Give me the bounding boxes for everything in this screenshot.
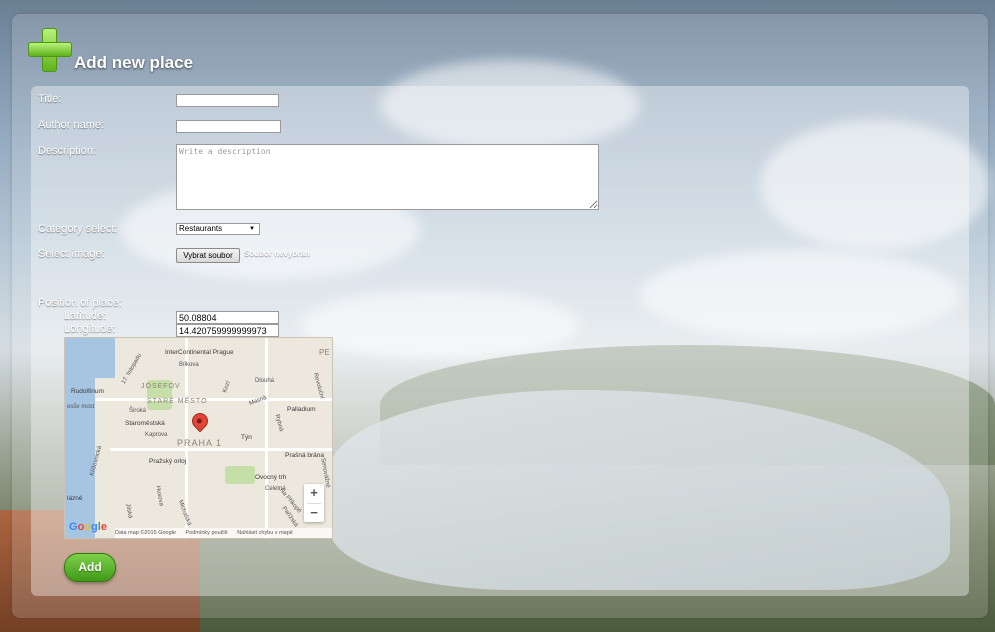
longitude-label: Longitude: (64, 323, 116, 335)
map-area-label: STARÉ MĚSTO (147, 398, 208, 405)
map-street: Revoluční (311, 372, 325, 400)
map-poi: Pražský orloj (149, 458, 187, 465)
road (110, 448, 332, 451)
map-poi: Staroměstská (125, 420, 165, 427)
file-status: Soubor nevybrán (244, 249, 310, 258)
map-street: Kaprova (145, 432, 168, 438)
title-label: Title: (38, 93, 62, 105)
category-label: Category select: (38, 223, 118, 235)
plus-icon (28, 28, 72, 72)
title-input[interactable] (176, 94, 279, 107)
category-selected-value: Restaurants (179, 224, 223, 233)
road (95, 398, 332, 401)
park-area (225, 466, 255, 484)
map-district-label: PRAHA 1 (177, 438, 223, 448)
map-street: Dlouhá (255, 378, 275, 384)
map-area-label: PE (319, 348, 330, 357)
longitude-input[interactable] (176, 324, 279, 337)
map-zoom-control: + − (304, 484, 324, 522)
map-attribution: Data map ©2015 Google Podmínky použití N… (115, 528, 332, 538)
map-street: Michalská (176, 499, 192, 527)
report-error-link[interactable]: Nahlásit chybu v mapě (237, 530, 293, 536)
zoom-in-button[interactable]: + (304, 484, 324, 503)
map-street: Jilská (124, 503, 133, 519)
map-street: Bílkova (179, 362, 199, 368)
terms-link[interactable]: Podmínky použití (185, 530, 227, 536)
latitude-input[interactable] (176, 311, 279, 324)
map-poi: Týn (241, 434, 252, 441)
author-name-input[interactable] (176, 120, 281, 133)
map-street: Husova (154, 485, 164, 507)
page-title: Add new place (74, 53, 194, 72)
map-street: Rybná (273, 413, 284, 433)
image-label: Select image: (38, 248, 105, 260)
map-street: Kozí (222, 380, 232, 394)
map-poi: Palladium (287, 406, 316, 413)
map-street: Široká (129, 408, 147, 414)
map-poi: InterContinental Prague (165, 349, 234, 356)
description-label: Description: (38, 145, 97, 157)
zoom-out-button[interactable]: − (304, 504, 324, 523)
description-textarea[interactable] (176, 144, 599, 210)
map-data-credit: Data map ©2015 Google (115, 530, 176, 536)
map-poi: Rudolfinum (71, 388, 104, 395)
choose-file-button[interactable]: Vybrat soubor (176, 248, 240, 263)
map-street: 17. listopadu (120, 352, 144, 386)
add-button[interactable]: Add (64, 553, 116, 582)
google-logo: Google (69, 521, 107, 533)
latitude-label: Latitude: (64, 310, 107, 322)
river-water (95, 338, 115, 378)
author-label: Author name: (38, 119, 105, 131)
map-street: Celetná (265, 486, 286, 492)
map-area-label: JOSEFOV (141, 383, 181, 390)
map-marker-icon[interactable] (188, 409, 212, 433)
road (265, 338, 268, 538)
river-water (65, 338, 95, 538)
map-poi: Ovocný trh (255, 474, 287, 481)
map-poi: Prašná brána (285, 452, 325, 459)
map-street: esův most (67, 404, 95, 410)
dropdown-arrow-icon: ▼ (249, 226, 255, 232)
position-label: Position of place: (38, 297, 122, 309)
category-select[interactable]: Restaurants ▼ (176, 223, 260, 235)
location-map[interactable]: PRAHA 1 STARÉ MĚSTO JOSEFOV InterContine… (64, 337, 333, 539)
map-poi: lázně (67, 495, 83, 502)
